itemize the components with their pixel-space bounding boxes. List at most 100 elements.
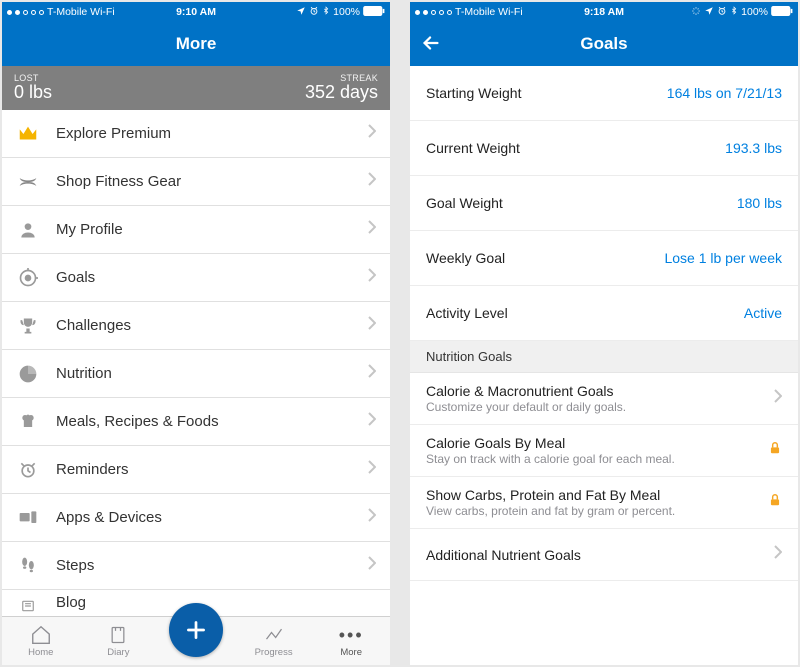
- tab-label: More: [340, 647, 362, 658]
- footsteps-icon: [16, 554, 40, 578]
- nutri-title: Show Carbs, Protein and Fat By Meal: [426, 487, 675, 503]
- alarm-clock-icon: [16, 458, 40, 482]
- chef-hat-icon: [16, 410, 40, 434]
- row-weekly-goal[interactable]: Weekly Goal Lose 1 lb per week: [410, 231, 798, 286]
- chevron-right-icon: [368, 124, 376, 143]
- row-current-weight[interactable]: Current Weight 193.3 lbs: [410, 121, 798, 176]
- chevron-right-icon: [368, 460, 376, 479]
- alarm-icon: [717, 6, 727, 19]
- row-calorie-macro[interactable]: Calorie & Macronutrient Goals Customize …: [410, 373, 798, 425]
- menu-list: Explore Premium Shop Fitness Gear My Pro…: [2, 110, 390, 616]
- tab-bar: Home Diary Progress ••• More: [2, 616, 390, 665]
- home-icon: [30, 624, 52, 646]
- row-challenges[interactable]: Challenges: [2, 302, 390, 350]
- nutri-title: Calorie & Macronutrient Goals: [426, 383, 626, 399]
- chevron-right-icon: [774, 389, 782, 408]
- loading-icon: [691, 6, 701, 19]
- battery-icon: [363, 6, 385, 19]
- row-label: My Profile: [56, 221, 368, 238]
- goal-label: Activity Level: [426, 305, 508, 321]
- clock: 9:18 AM: [584, 6, 624, 18]
- chevron-right-icon: [368, 172, 376, 191]
- alarm-icon: [309, 6, 319, 19]
- row-goals[interactable]: Goals: [2, 254, 390, 302]
- person-icon: [16, 218, 40, 242]
- battery-percent: 100%: [741, 6, 768, 18]
- tab-label: Diary: [107, 647, 129, 658]
- lost-label: LOST: [14, 73, 39, 83]
- under-armour-icon: [16, 170, 40, 194]
- row-label: Challenges: [56, 317, 368, 334]
- row-apps-devices[interactable]: Apps & Devices: [2, 494, 390, 542]
- row-my-profile[interactable]: My Profile: [2, 206, 390, 254]
- tab-progress[interactable]: Progress: [235, 617, 313, 665]
- lock-icon: [768, 492, 782, 513]
- phone-goals: T-Mobile Wi-Fi 9:18 AM 100% Goal: [410, 2, 798, 665]
- streak-value: 352 days: [305, 83, 378, 103]
- nutri-title: Additional Nutrient Goals: [426, 547, 581, 563]
- goal-label: Goal Weight: [426, 195, 503, 211]
- chevron-right-icon: [368, 412, 376, 431]
- chevron-right-icon: [368, 508, 376, 527]
- chevron-right-icon: [368, 268, 376, 287]
- row-explore-premium[interactable]: Explore Premium: [2, 110, 390, 158]
- page-title: Goals: [580, 34, 627, 54]
- crown-icon: [16, 122, 40, 146]
- nutri-subtitle: Stay on track with a calorie goal for ea…: [426, 452, 675, 466]
- row-steps[interactable]: Steps: [2, 542, 390, 590]
- clock: 9:10 AM: [176, 6, 216, 18]
- chevron-right-icon: [368, 316, 376, 335]
- add-button[interactable]: [169, 603, 223, 657]
- row-additional-nutrient[interactable]: Additional Nutrient Goals: [410, 529, 798, 581]
- status-bar: T-Mobile Wi-Fi 9:18 AM 100%: [410, 2, 798, 22]
- blog-icon: [16, 594, 40, 616]
- progress-icon: [263, 624, 285, 646]
- goal-label: Weekly Goal: [426, 250, 505, 266]
- tab-label: Home: [28, 647, 53, 658]
- page-title: More: [176, 34, 217, 54]
- chevron-right-icon: [368, 364, 376, 383]
- row-label: Meals, Recipes & Foods: [56, 413, 368, 430]
- tab-more[interactable]: ••• More: [312, 617, 390, 665]
- tab-home[interactable]: Home: [2, 617, 80, 665]
- chevron-right-icon: [368, 556, 376, 575]
- chevron-right-icon: [774, 545, 782, 564]
- diary-icon: [107, 624, 129, 646]
- streak-label: STREAK: [340, 73, 378, 83]
- row-activity-level[interactable]: Activity Level Active: [410, 286, 798, 341]
- more-icon: •••: [340, 624, 362, 646]
- lost-value: 0 lbs: [14, 83, 52, 103]
- target-icon: [16, 266, 40, 290]
- tab-label: Progress: [255, 647, 293, 658]
- stats-bar: LOST 0 lbs STREAK 352 days: [2, 66, 390, 110]
- location-icon: [296, 6, 306, 19]
- goal-label: Starting Weight: [426, 85, 521, 101]
- goal-value: Lose 1 lb per week: [664, 250, 782, 266]
- carrier-label: T-Mobile Wi-Fi: [455, 6, 523, 18]
- row-reminders[interactable]: Reminders: [2, 446, 390, 494]
- tab-diary[interactable]: Diary: [80, 617, 158, 665]
- trophy-icon: [16, 314, 40, 338]
- row-label: Explore Premium: [56, 125, 368, 142]
- battery-percent: 100%: [333, 6, 360, 18]
- goal-value: 164 lbs on 7/21/13: [667, 85, 782, 101]
- row-nutrition[interactable]: Nutrition: [2, 350, 390, 398]
- carrier-label: T-Mobile Wi-Fi: [47, 6, 115, 18]
- row-carbs-protein-fat[interactable]: Show Carbs, Protein and Fat By Meal View…: [410, 477, 798, 529]
- row-meals[interactable]: Meals, Recipes & Foods: [2, 398, 390, 446]
- goal-label: Current Weight: [426, 140, 520, 156]
- nav-header: Goals: [410, 22, 798, 66]
- bluetooth-icon: [730, 5, 738, 19]
- status-bar: T-Mobile Wi-Fi 9:10 AM 100%: [2, 2, 390, 22]
- row-shop-fitness[interactable]: Shop Fitness Gear: [2, 158, 390, 206]
- nutri-subtitle: Customize your default or daily goals.: [426, 400, 626, 414]
- section-nutrition-goals: Nutrition Goals: [410, 341, 798, 373]
- row-goal-weight[interactable]: Goal Weight 180 lbs: [410, 176, 798, 231]
- goal-value: Active: [744, 305, 782, 321]
- row-starting-weight[interactable]: Starting Weight 164 lbs on 7/21/13: [410, 66, 798, 121]
- lock-icon: [768, 440, 782, 461]
- row-calorie-by-meal[interactable]: Calorie Goals By Meal Stay on track with…: [410, 425, 798, 477]
- row-label: Blog: [56, 594, 376, 611]
- back-button[interactable]: [420, 32, 444, 56]
- row-label: Steps: [56, 557, 368, 574]
